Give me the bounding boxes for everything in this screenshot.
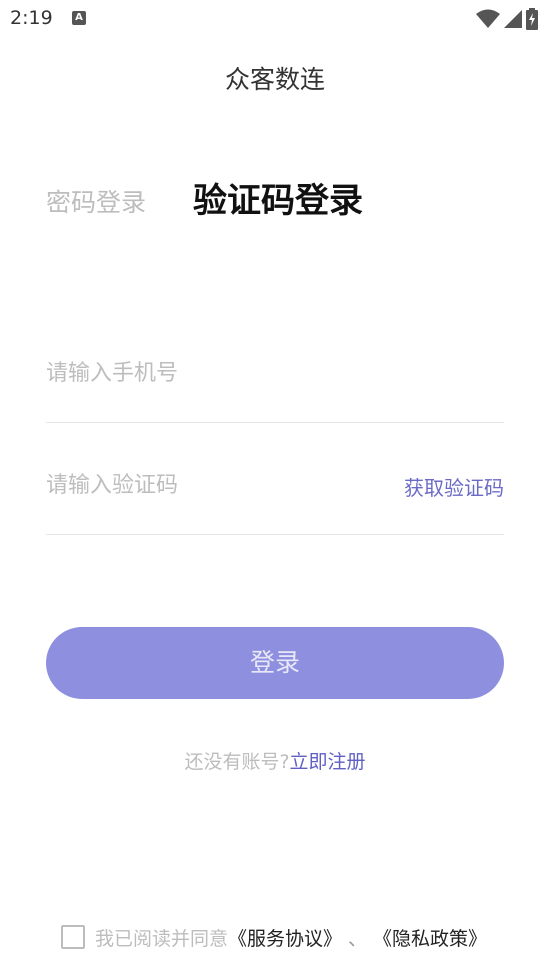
app-title: 众客数连 [224, 65, 325, 94]
phone-field [46, 344, 504, 423]
tab-sms-code-login[interactable]: 验证码登录 [193, 173, 363, 222]
agreement-row: 我已阅读并同意 《服务协议》、《隐私政策》 [61, 924, 487, 950]
register-row: 还没有账号?立即注册 [0, 747, 550, 774]
tab-password-login[interactable]: 密码登录 [46, 183, 146, 219]
code-field: 获取验证码 [46, 456, 504, 535]
privacy-policy-link[interactable]: 《隐私政策》 [373, 924, 487, 951]
get-code-button[interactable]: 获取验证码 [404, 472, 504, 501]
status-icons [476, 8, 538, 30]
status-time: 2:19 [10, 7, 53, 29]
verification-code-input[interactable] [46, 468, 376, 502]
wifi-icon [476, 9, 500, 28]
register-hint: 还没有账号? [184, 751, 290, 773]
agree-checkbox[interactable] [61, 925, 85, 949]
signal-icon [504, 10, 522, 28]
status-bar: 2:19 A [0, 0, 550, 38]
notification-a-icon: A [72, 11, 86, 25]
agreement-separator: 、 [348, 927, 368, 950]
agree-text: 我已阅读并同意 [95, 927, 229, 950]
register-link[interactable]: 立即注册 [290, 751, 366, 773]
battery-charging-icon [526, 8, 538, 30]
phone-input[interactable] [46, 356, 376, 390]
service-agreement-link[interactable]: 《服务协议》 [228, 924, 342, 951]
login-button[interactable]: 登录 [46, 627, 504, 699]
